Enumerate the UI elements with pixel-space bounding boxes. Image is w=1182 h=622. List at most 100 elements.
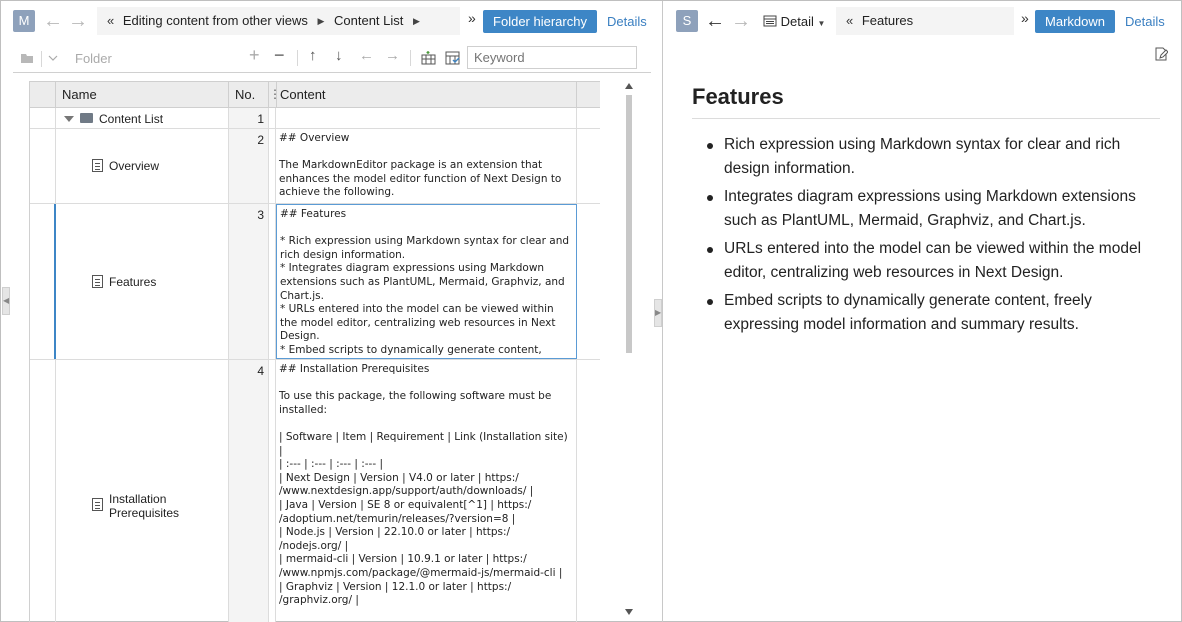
right-pane: S ← → Detail ▼ « Features » Markdown Det… bbox=[664, 1, 1182, 622]
move-up-icon[interactable]: ↑ bbox=[309, 48, 317, 63]
table-view-icon[interactable] bbox=[445, 51, 460, 65]
remove-icon[interactable]: − bbox=[274, 46, 285, 64]
forward-arrow-icon[interactable]: → bbox=[731, 9, 751, 33]
add-icon[interactable]: + bbox=[249, 46, 260, 64]
collapse-icon[interactable] bbox=[64, 116, 74, 122]
row-name: Overview bbox=[109, 159, 160, 173]
toolbar-divider bbox=[297, 50, 298, 66]
extra-cell bbox=[577, 360, 600, 622]
left-pane: M ← → « Editing content from other views… bbox=[1, 1, 663, 622]
breadcrumb-item[interactable]: Content List bbox=[334, 13, 403, 28]
column-header-name[interactable]: Name bbox=[56, 82, 229, 108]
cell-gap bbox=[269, 129, 276, 203]
view-selector[interactable]: Detail ▼ bbox=[763, 14, 825, 29]
no-cell[interactable]: 1 bbox=[229, 108, 269, 128]
vertical-scrollbar[interactable] bbox=[625, 83, 633, 622]
no-cell[interactable]: 4 bbox=[229, 360, 269, 622]
breadcrumb-overflow-icon[interactable]: « bbox=[846, 13, 853, 28]
content-grid: Name No. ⋮ Content Content List 1 Overvi… bbox=[29, 81, 600, 622]
list-item: Embed scripts to dynamically generate co… bbox=[692, 289, 1162, 337]
table-add-icon[interactable] bbox=[421, 51, 436, 65]
expand-breadcrumb-icon[interactable]: » bbox=[468, 10, 476, 26]
folder-placeholder[interactable]: Folder bbox=[75, 51, 112, 66]
chevron-right-icon: ▶ bbox=[413, 16, 420, 26]
column-header-no[interactable]: No. bbox=[229, 82, 269, 108]
row-selector-header[interactable] bbox=[30, 82, 56, 108]
cell-gap bbox=[269, 360, 276, 622]
row-selector[interactable] bbox=[30, 129, 56, 203]
markdown-bullet-list: Rich expression using Markdown syntax fo… bbox=[692, 133, 1162, 341]
markdown-button[interactable]: Markdown bbox=[1035, 10, 1115, 33]
breadcrumb-item[interactable]: Features bbox=[862, 13, 913, 28]
table-row[interactable]: Content List 1 bbox=[30, 108, 600, 129]
model-badge: M bbox=[13, 10, 35, 32]
document-icon bbox=[92, 159, 103, 172]
name-cell[interactable]: Overview bbox=[56, 129, 229, 203]
grid-toolbar: Folder + − ↑ ↓ ← → bbox=[13, 43, 651, 73]
row-name: Installation Prerequisites bbox=[109, 492, 180, 520]
folder-icon bbox=[80, 113, 93, 123]
extra-cell bbox=[577, 204, 600, 359]
table-row[interactable]: Installation Prerequisites 4 ## Installa… bbox=[30, 360, 600, 622]
breadcrumb-overflow-icon[interactable]: « bbox=[107, 13, 114, 28]
move-right-icon[interactable]: → bbox=[385, 48, 400, 63]
column-header-content[interactable]: Content bbox=[276, 82, 577, 108]
name-cell[interactable]: Installation Prerequisites bbox=[56, 360, 229, 622]
keyword-search-input[interactable] bbox=[467, 46, 637, 69]
table-row-selected[interactable]: Features 3 ## Features * Rich expression… bbox=[30, 204, 600, 360]
list-item: Integrates diagram expressions using Mar… bbox=[692, 185, 1162, 233]
cell-gap bbox=[269, 204, 276, 359]
document-icon bbox=[92, 275, 103, 288]
chevron-down-icon[interactable] bbox=[48, 54, 58, 62]
breadcrumb: « Editing content from other views ▶ Con… bbox=[97, 7, 460, 35]
column-header-extra bbox=[577, 82, 600, 108]
markdown-heading: Features bbox=[692, 84, 784, 109]
details-link[interactable]: Details bbox=[607, 14, 647, 29]
scrollbar-thumb[interactable] bbox=[626, 95, 632, 353]
table-row[interactable]: Overview 2 ## Overview The MarkdownEdito… bbox=[30, 129, 600, 204]
model-badge: S bbox=[676, 10, 698, 32]
document-icon bbox=[92, 498, 103, 511]
cell-gap bbox=[269, 108, 276, 128]
app-window: M ← → « Editing content from other views… bbox=[0, 0, 1182, 622]
edit-icon[interactable] bbox=[1154, 47, 1168, 61]
caret-down-icon: ▼ bbox=[817, 19, 826, 28]
name-cell[interactable]: Features bbox=[56, 204, 229, 359]
no-cell[interactable]: 3 bbox=[229, 204, 269, 359]
left-collapse-handle[interactable]: ◀ bbox=[2, 287, 10, 315]
breadcrumb: « Features bbox=[836, 7, 1014, 35]
name-cell[interactable]: Content List bbox=[56, 108, 229, 128]
grid-header: Name No. ⋮ Content bbox=[30, 81, 600, 108]
forward-arrow-icon[interactable]: → bbox=[68, 9, 88, 33]
view-selector-label: Detail bbox=[780, 14, 814, 29]
back-arrow-icon[interactable]: ← bbox=[43, 9, 63, 33]
content-cell[interactable]: ## Overview The MarkdownEditor package i… bbox=[276, 129, 577, 203]
row-selector[interactable] bbox=[30, 108, 56, 128]
content-cell[interactable]: ## Installation Prerequisites To use thi… bbox=[276, 360, 577, 622]
back-arrow-icon[interactable]: ← bbox=[705, 9, 725, 33]
chevron-right-icon: ▶ bbox=[317, 16, 325, 26]
folder-icon[interactable] bbox=[20, 52, 34, 64]
content-cell-editing[interactable]: ## Features * Rich expression using Mark… bbox=[276, 204, 577, 359]
move-down-icon[interactable]: ↓ bbox=[335, 48, 343, 63]
scroll-up-icon[interactable] bbox=[625, 83, 633, 89]
details-link[interactable]: Details bbox=[1125, 14, 1165, 29]
detail-view-icon bbox=[763, 15, 777, 27]
move-left-icon[interactable]: ← bbox=[359, 48, 374, 63]
row-name: Features bbox=[109, 275, 157, 289]
heading-divider bbox=[692, 118, 1160, 119]
list-item: Rich expression using Markdown syntax fo… bbox=[692, 133, 1162, 181]
row-selector[interactable] bbox=[30, 360, 56, 622]
folder-hierarchy-button[interactable]: Folder hierarchy bbox=[483, 10, 597, 33]
scroll-down-icon[interactable] bbox=[625, 609, 633, 615]
row-selector[interactable] bbox=[30, 204, 56, 359]
breadcrumb-item[interactable]: Editing content from other views bbox=[123, 13, 308, 28]
pane-splitter-handle[interactable]: ▶ bbox=[654, 299, 662, 327]
no-cell[interactable]: 2 bbox=[229, 129, 269, 203]
list-item: URLs entered into the model can be viewe… bbox=[692, 237, 1162, 285]
row-name: Content List bbox=[99, 112, 164, 126]
toolbar-divider bbox=[41, 51, 42, 67]
extra-cell bbox=[577, 108, 600, 128]
expand-breadcrumb-icon[interactable]: » bbox=[1021, 10, 1029, 26]
content-cell[interactable] bbox=[276, 108, 577, 128]
